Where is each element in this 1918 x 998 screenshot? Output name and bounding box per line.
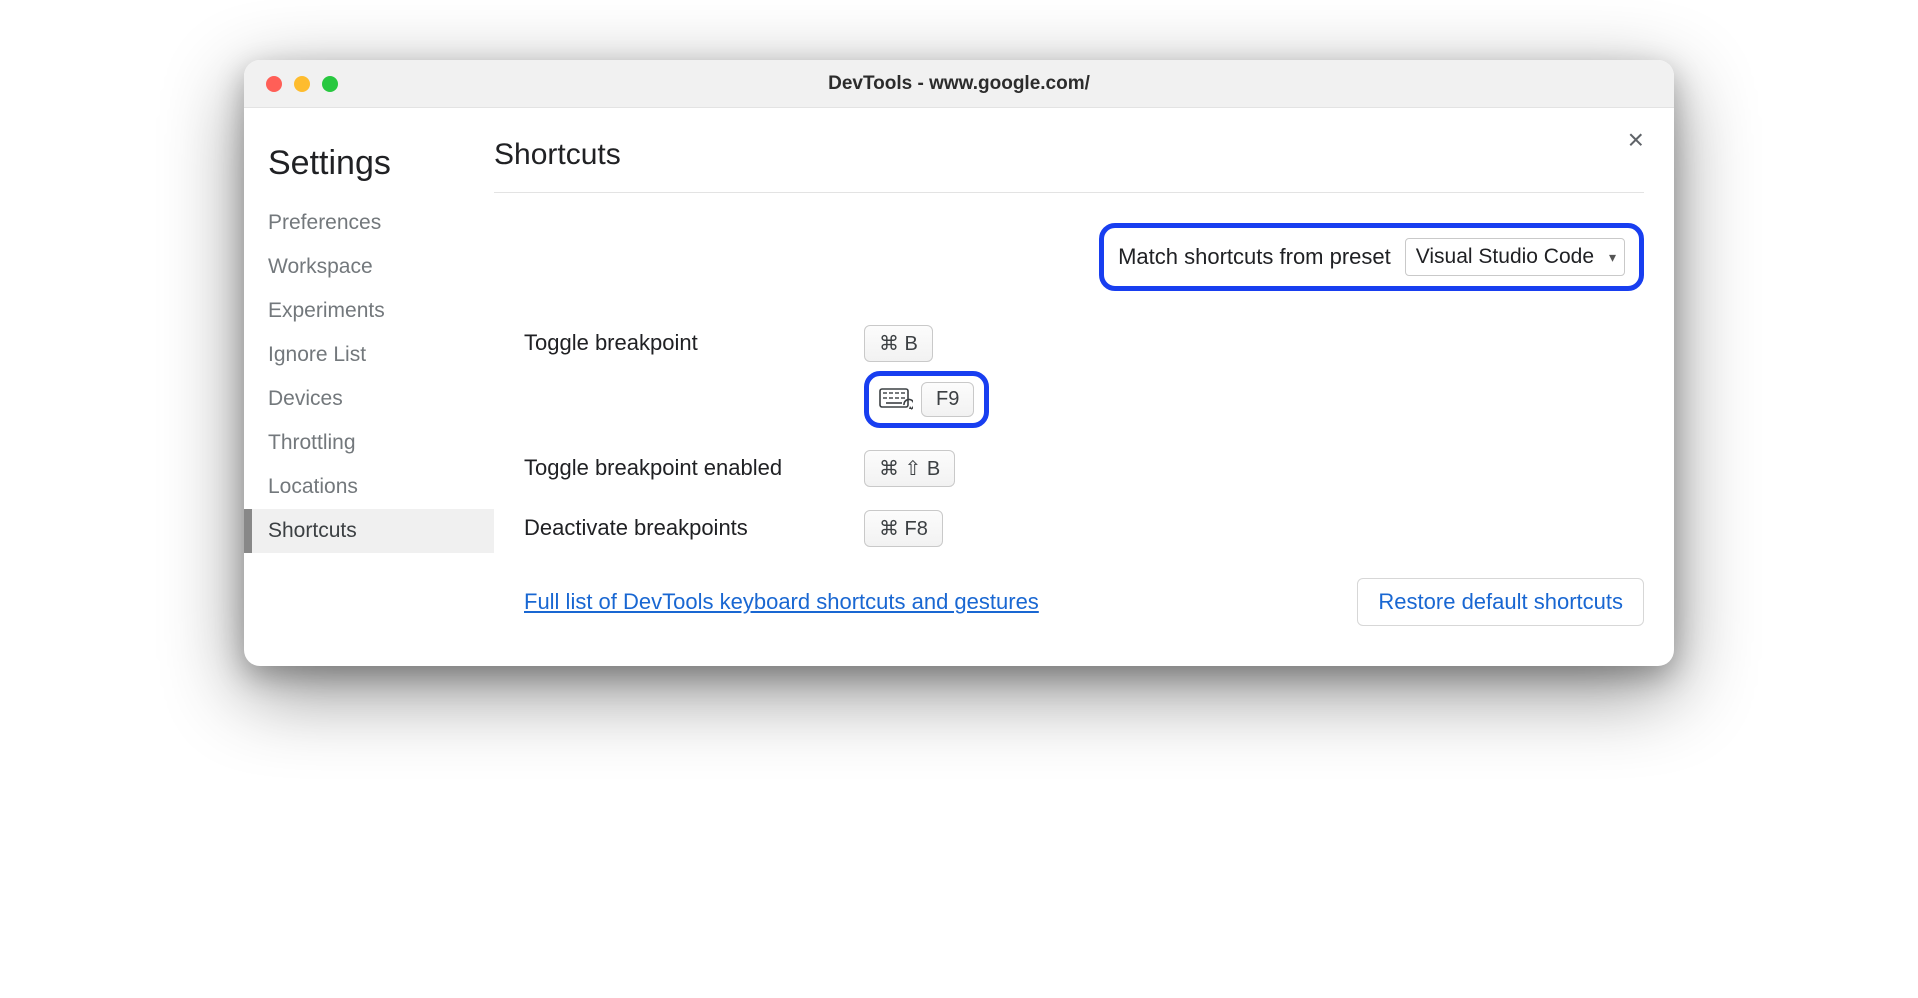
shortcut-label: Toggle breakpoint [524, 330, 864, 356]
settings-content: × Settings Preferences Workspace Experim… [244, 108, 1674, 666]
sidebar-item-preferences[interactable]: Preferences [244, 201, 494, 245]
shortcuts-list: Toggle breakpoint ⌘ B [494, 321, 1644, 626]
sidebar-item-workspace[interactable]: Workspace [244, 245, 494, 289]
settings-sidebar: Settings Preferences Workspace Experimen… [244, 138, 494, 626]
sidebar-item-throttling[interactable]: Throttling [244, 421, 494, 465]
shortcut-row-toggle-breakpoint-enabled: Toggle breakpoint enabled ⌘ ⇧ B [524, 446, 1644, 490]
kbd-cmd-b: ⌘ B [864, 325, 933, 362]
window-titlebar: DevTools - www.google.com/ [244, 60, 1674, 108]
restore-defaults-button[interactable]: Restore default shortcuts [1357, 578, 1644, 626]
shortcut-row-deactivate-breakpoints: Deactivate breakpoints ⌘ F8 [524, 506, 1644, 550]
sidebar-item-ignore-list[interactable]: Ignore List [244, 333, 494, 377]
settings-main: Shortcuts Match shortcuts from preset Vi… [494, 138, 1674, 626]
preset-label: Match shortcuts from preset [1118, 244, 1391, 270]
shortcut-label: Toggle breakpoint enabled [524, 455, 864, 481]
window-title: DevTools - www.google.com/ [244, 73, 1674, 95]
f9-highlight-box: F9 [864, 371, 989, 428]
sidebar-item-devices[interactable]: Devices [244, 377, 494, 421]
kbd-f9: F9 [921, 382, 974, 417]
devtools-settings-window: DevTools - www.google.com/ × Settings Pr… [244, 60, 1674, 666]
sidebar-title: Settings [244, 144, 494, 183]
full-shortcuts-link[interactable]: Full list of DevTools keyboard shortcuts… [524, 589, 1039, 615]
footer-row: Full list of DevTools keyboard shortcuts… [524, 578, 1644, 626]
shortcut-row-toggle-breakpoint: Toggle breakpoint ⌘ B [524, 321, 1644, 365]
kbd-cmd-shift-b: ⌘ ⇧ B [864, 450, 955, 487]
shortcut-row-toggle-breakpoint-extra: F9 [524, 371, 1644, 428]
preset-highlight-box: Match shortcuts from preset Visual Studi… [1099, 223, 1644, 291]
sidebar-item-shortcuts[interactable]: Shortcuts [244, 509, 494, 553]
kbd-cmd-f8: ⌘ F8 [864, 510, 943, 547]
preset-select[interactable]: Visual Studio Code [1405, 238, 1625, 276]
preset-select-value: Visual Studio Code [1416, 245, 1594, 269]
sidebar-item-experiments[interactable]: Experiments [244, 289, 494, 333]
close-icon[interactable]: × [1628, 126, 1644, 154]
sidebar-item-locations[interactable]: Locations [244, 465, 494, 509]
keyboard-reset-icon [879, 387, 913, 413]
shortcut-label: Deactivate breakpoints [524, 515, 864, 541]
page-title: Shortcuts [494, 138, 1644, 193]
